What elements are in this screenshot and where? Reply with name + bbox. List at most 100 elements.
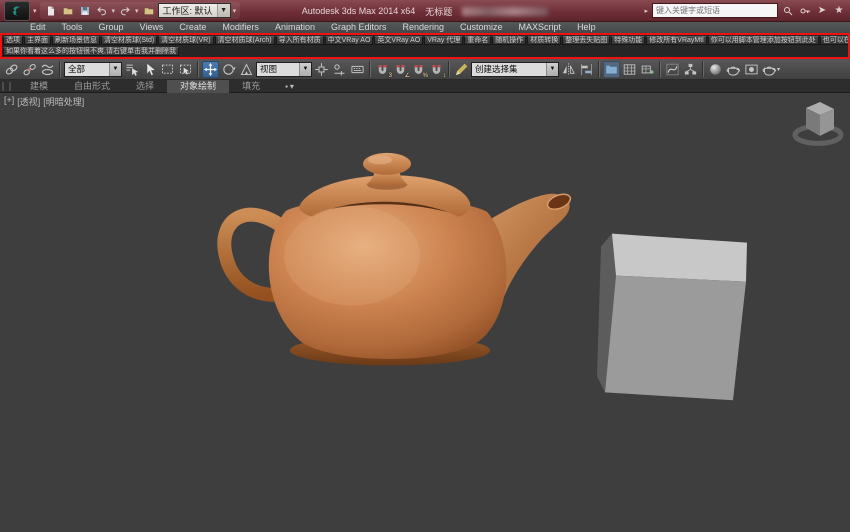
script-toolbar-row1: 选项 主界面 刷新场景信息 清空材质球(Std) 清空材质球(VR) 清空材质球(Arch… [2,35,848,46]
percent-snap-icon[interactable]: % [410,61,428,79]
view-cube[interactable] [792,101,844,146]
script-button[interactable]: 清空材质球(Arch) [214,36,275,45]
workspace-selector[interactable]: 工作区: 默认 ▼ [157,3,231,18]
ribbon-tab[interactable]: 建模 [17,80,61,93]
menu-item[interactable]: Edit [22,22,54,33]
script-button[interactable]: 中文VRay AO [324,36,374,45]
search-expand-arrow-icon[interactable]: ▸ [643,7,649,15]
script-button[interactable]: 主界面 [24,36,51,45]
select-and-scale-icon[interactable] [238,61,255,78]
menu-item[interactable]: Views [132,22,172,33]
snap-toggle-icon[interactable]: 3 [374,61,392,79]
ribbon-tab[interactable]: 填充 [229,80,273,93]
chevron-down-icon[interactable]: ▼ [216,4,230,17]
teapot-object[interactable] [217,152,572,366]
redo-icon[interactable] [117,3,133,18]
material-editor-icon[interactable] [707,61,724,78]
graphite-tools-icon[interactable] [639,61,656,78]
undo-icon[interactable] [94,3,110,18]
script-button[interactable]: 修改所有VRayMtl [646,36,707,45]
select-by-name-icon[interactable] [123,61,140,78]
ribbon-drag-handle[interactable] [2,81,11,91]
chevron-down-icon[interactable]: ▼ [299,62,311,76]
script-button[interactable]: 材质转换 [527,36,562,45]
menu-item[interactable]: Modifiers [214,22,267,33]
script-button[interactable]: 你可以用脚本管理添加按钮到此处 [707,36,819,45]
select-and-rotate-icon[interactable] [220,61,237,78]
rectangular-selection-icon[interactable] [159,61,176,78]
script-button[interactable]: 清空材质球(Std) [101,36,158,45]
selection-filter-dropdown[interactable]: 全部 ▼ [64,61,122,77]
redo-dropdown-icon[interactable]: ▾ [134,7,140,15]
rendered-frame-icon[interactable] [743,61,760,78]
menu-item[interactable]: MAXScript [511,22,570,33]
chevron-down-icon[interactable]: ▼ [109,62,121,76]
ribbon-tab[interactable]: 选择 [123,80,167,93]
select-and-link-icon[interactable] [3,61,20,78]
menu-item[interactable]: Graph Editors [323,22,395,33]
viewport-shading-menu[interactable]: [明暗处理] [43,95,84,108]
ribbon-toggle-icon[interactable] [621,61,638,78]
viewport-general-menu[interactable]: [+] [4,95,14,108]
project-folder-icon[interactable] [141,3,157,18]
ribbon-config[interactable]: ▪ ▾ [285,82,294,91]
exchange-icon[interactable] [798,4,812,18]
undo-dropdown-icon[interactable]: ▾ [111,7,117,15]
toolbar-options-arrow-icon[interactable]: ▾ [232,7,238,15]
select-and-move-icon[interactable] [202,60,219,78]
menu-item[interactable]: Help [569,22,604,33]
use-pivot-center-icon[interactable] [313,61,330,78]
3dsmax-logo[interactable] [4,0,30,21]
script-button[interactable]: 整理丢失贴图 [562,36,611,45]
script-button[interactable]: 如果你看着这么多的按钮很不爽,请右键单击我并删除我 [3,47,179,56]
script-button[interactable]: 英文VRay AO [374,36,424,45]
layer-manager-icon[interactable] [603,60,620,78]
chevron-down-icon[interactable]: ▼ [546,62,558,76]
curve-editor-icon[interactable] [664,61,681,78]
script-button[interactable]: 导入所有材质 [275,36,324,45]
render-production-icon[interactable] [761,61,778,78]
window-crossing-icon[interactable] [177,61,194,78]
script-button[interactable]: 重命名 [464,36,492,45]
select-object-icon[interactable] [141,61,158,78]
box-object[interactable] [597,233,747,401]
unlink-selection-icon[interactable] [21,61,38,78]
communication-center-icon[interactable]: ➤ [815,4,829,18]
script-button[interactable]: 清空材质球(VR) [158,36,214,45]
spinner-snap-icon[interactable]: ↕ [428,61,446,79]
bind-to-space-warp-icon[interactable] [39,61,56,78]
script-button[interactable]: VRay 代理 [424,36,464,45]
favorites-icon[interactable]: ★ [832,4,846,18]
menu-item[interactable]: Group [91,22,132,33]
ribbon-tab[interactable]: 自由形式 [61,80,123,93]
menu-item[interactable]: Tools [54,22,91,33]
save-file-icon[interactable] [77,3,93,18]
script-button[interactable]: 随机操作 [492,36,527,45]
script-button[interactable]: 也可以在选项里面直接添加脚本 [819,36,848,45]
angle-snap-icon[interactable]: ∠ [392,61,410,79]
menu-item[interactable]: Customize [452,22,511,33]
script-button[interactable]: 选项 [3,36,23,45]
search-icon[interactable] [781,4,795,18]
open-file-icon[interactable] [60,3,76,18]
new-file-icon[interactable] [43,3,59,18]
app-menu-arrow-icon[interactable]: ▾ [32,7,38,15]
viewport-pov-menu[interactable]: [透视] [17,95,40,108]
perspective-viewport[interactable]: [+] [透视] [明暗处理] [0,93,850,532]
menu-item[interactable]: Animation [267,22,323,33]
render-setup-icon[interactable] [725,61,742,78]
select-and-manipulate-icon[interactable] [331,61,348,78]
script-button[interactable]: 刷新场景信息 [52,36,100,45]
align-icon[interactable] [578,61,595,78]
edit-named-selection-icon[interactable] [453,61,470,78]
keyboard-override-icon[interactable] [349,61,366,78]
search-input[interactable] [652,3,778,18]
ribbon-tab[interactable]: 对象绘制 [167,79,230,93]
reference-coordinate-dropdown[interactable]: 视图 ▼ [256,61,312,77]
script-button[interactable]: 特殊功能 [611,36,646,45]
named-selection-dropdown[interactable]: 创建选择集 ▼ [471,61,559,77]
menu-item[interactable]: Rendering [395,22,453,33]
schematic-view-icon[interactable] [682,61,699,78]
menu-item[interactable]: Create [171,22,214,33]
mirror-icon[interactable] [560,61,577,78]
